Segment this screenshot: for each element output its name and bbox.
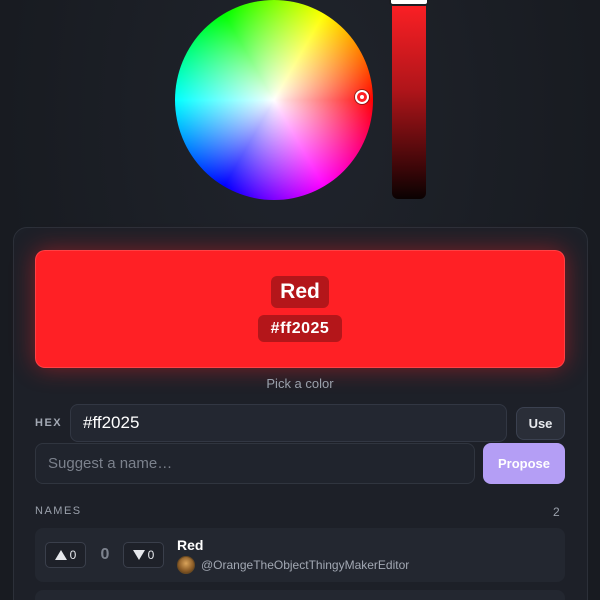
hex-input[interactable]: #ff2025 (70, 404, 507, 442)
upvote-button[interactable]: 0 (45, 542, 86, 568)
upvote-count: 0 (69, 548, 77, 562)
downvote-count: 0 (147, 548, 155, 562)
brightness-slider[interactable] (392, 0, 426, 199)
pick-color-hint: Pick a color (266, 376, 334, 391)
color-wheel[interactable] (175, 0, 373, 200)
names-section-label: NAMES (35, 505, 82, 517)
swatch-hex-code: #ff2025 (258, 315, 342, 342)
vote-score: 0 (100, 546, 110, 563)
suggested-name: Red (177, 537, 204, 553)
author-handle[interactable]: @OrangeTheObjectThingyMakerEditor (201, 558, 409, 572)
page: Red #ff2025 Pick a color HEX #ff2025 Use… (0, 0, 600, 600)
names-count: 2 (553, 505, 560, 519)
downvote-icon (132, 550, 145, 560)
suggest-name-input[interactable]: Suggest a name… (35, 443, 475, 484)
upvote-icon (54, 550, 67, 560)
swatch-color-name: Red (271, 276, 329, 308)
color-swatch (35, 250, 565, 368)
downvote-button[interactable]: 0 (123, 542, 164, 568)
name-list-item (35, 528, 565, 582)
use-button[interactable]: Use (516, 407, 565, 440)
hex-label: HEX (35, 417, 63, 429)
name-list-item (35, 590, 565, 600)
avatar (177, 556, 195, 574)
brightness-slider-handle[interactable] (389, 0, 429, 6)
wheel-handle-icon[interactable] (355, 90, 369, 104)
propose-button[interactable]: Propose (483, 443, 565, 484)
